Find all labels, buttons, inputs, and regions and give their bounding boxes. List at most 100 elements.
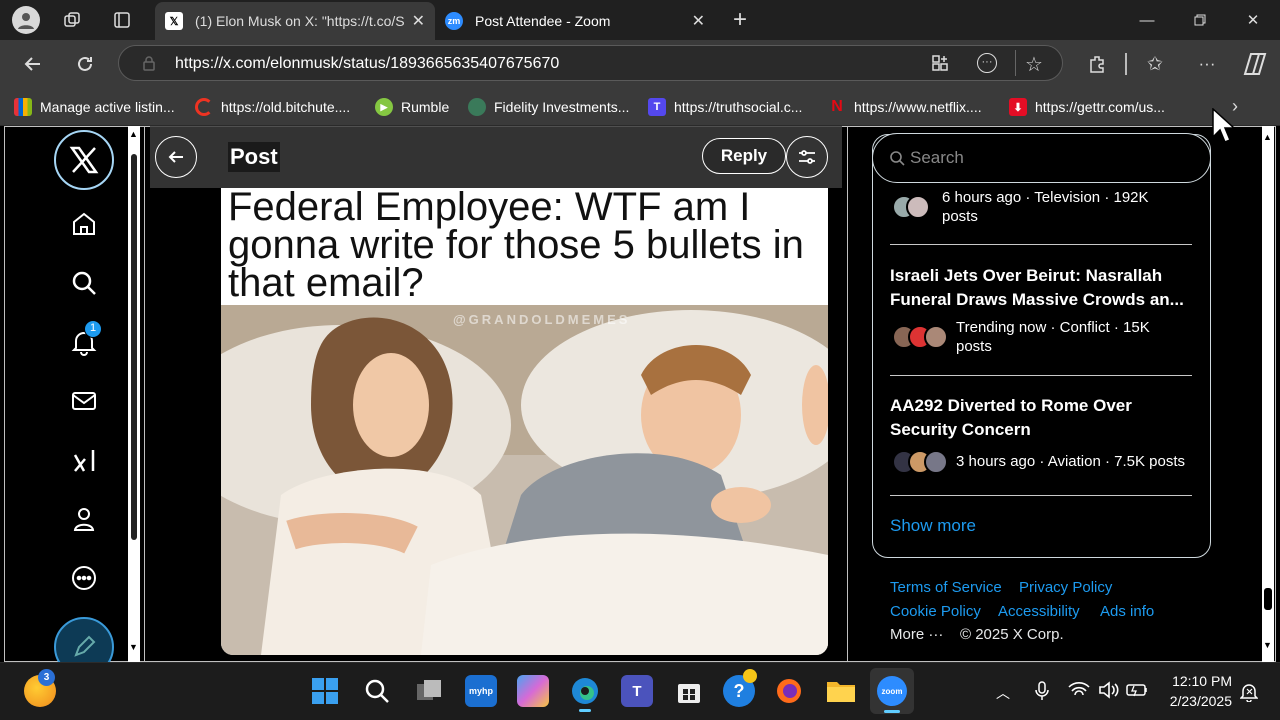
back-icon[interactable] [18, 49, 48, 79]
divider [1125, 53, 1127, 75]
firefox-icon[interactable] [773, 675, 805, 707]
more-icon[interactable] [60, 554, 108, 602]
show-hidden-icons-icon[interactable]: ︿ [996, 683, 1010, 703]
url-text[interactable]: https://x.com/elonmusk/status/1893665635… [175, 55, 559, 73]
filter-settings-icon[interactable] [786, 136, 828, 178]
address-bar[interactable]: https://x.com/elonmusk/status/1893665635… [118, 45, 1063, 81]
bookmark-label: https://truthsocial.c... [674, 99, 803, 115]
scroll-up-icon[interactable]: ▲ [129, 129, 138, 139]
messages-icon[interactable] [60, 377, 108, 425]
ebay-icon [14, 98, 32, 116]
clock-time[interactable]: 12:10 PM [1164, 673, 1232, 689]
cookie-link[interactable]: Cookie Policy [890, 603, 981, 620]
notifications-icon[interactable]: 1 [60, 318, 108, 366]
bookmark-label: Rumble [401, 99, 450, 115]
favorites-icon[interactable]: ✩ [1140, 49, 1170, 79]
avatar [906, 195, 930, 219]
lock-icon[interactable] [141, 55, 157, 71]
active-indicator [579, 709, 591, 712]
bookmark-gettr[interactable]: ⬇ https://gettr.com/us... [1009, 97, 1165, 117]
clock-date[interactable]: 2/23/2025 [1160, 693, 1232, 709]
trend-title[interactable]: AA292 Diverted to Rome Over Security Con… [890, 394, 1200, 442]
edge-browser-icon[interactable] [569, 675, 601, 712]
more-tools-icon[interactable]: ··· [977, 53, 997, 73]
microsoft-store-icon[interactable] [673, 675, 705, 707]
copilot-icon[interactable] [1240, 49, 1270, 79]
refresh-icon[interactable] [70, 49, 100, 79]
mouse-cursor-icon [1212, 108, 1234, 143]
meme-image[interactable]: Federal Employee: WTF am I gonna write f… [221, 188, 828, 655]
profile-icon[interactable] [60, 495, 108, 543]
scroll-up-icon[interactable]: ▲ [1263, 132, 1272, 142]
show-more-link[interactable]: Show more [890, 516, 976, 536]
myhp-icon[interactable]: myhp [465, 675, 497, 707]
weather-widget-icon[interactable]: 3 [24, 669, 56, 707]
minimize-icon[interactable]: — [1124, 6, 1170, 34]
home-icon[interactable] [60, 200, 108, 248]
bitchute-icon [195, 98, 213, 116]
battery-icon[interactable] [1126, 683, 1148, 702]
scroll-down-icon[interactable]: ▼ [129, 642, 138, 652]
rumble-icon: ▶ [375, 98, 393, 116]
get-help-icon[interactable]: ? [723, 669, 757, 707]
extensions-icon[interactable] [1082, 49, 1112, 79]
reply-button[interactable]: Reply [702, 138, 786, 174]
trend-meta[interactable]: 6 hours ago · Television · 192K posts [942, 188, 1162, 226]
scroll-down-icon[interactable]: ▼ [1263, 640, 1272, 650]
bookmark-label: Fidelity Investments... [494, 99, 630, 115]
search-icon[interactable] [60, 259, 108, 307]
grok-icon[interactable] [60, 436, 108, 484]
trend-title[interactable]: Israeli Jets Over Beirut: Nasrallah Fune… [890, 264, 1200, 312]
weather-badge: 3 [38, 669, 55, 686]
bookmark-fidelity[interactable]: Fidelity Investments... [468, 97, 629, 117]
bookmark-netflix[interactable]: N https://www.netflix.... [828, 97, 981, 117]
trend-meta[interactable]: 3 hours ago · Aviation · 7.5K posts [956, 452, 1196, 471]
terms-link[interactable]: Terms of Service [890, 579, 1002, 596]
zoom-app-icon[interactable]: zoom [870, 668, 914, 714]
copilot-app-icon[interactable] [517, 675, 549, 707]
tab-zoom[interactable]: zm Post Attendee - Zoom ✕ [435, 2, 715, 40]
bookmark-truthsocial[interactable]: T https://truthsocial.c... [648, 97, 802, 117]
app-available-icon[interactable] [931, 54, 949, 77]
bookmark-ebay[interactable]: Manage active listin... [14, 97, 175, 117]
trend-meta[interactable]: Trending now · Conflict · 15K posts [956, 318, 1176, 356]
close-window-icon[interactable]: ✕ [1230, 6, 1276, 34]
teams-icon[interactable]: T [621, 675, 653, 707]
tab-actions-icon[interactable] [110, 8, 134, 32]
back-arrow-icon[interactable] [155, 136, 197, 178]
bookmark-rumble[interactable]: ▶ Rumble [375, 97, 449, 117]
task-view-icon[interactable] [413, 675, 445, 707]
favorite-star-icon[interactable]: ☆ [1025, 52, 1043, 77]
tab-elon-musk[interactable]: 𝕏 (1) Elon Musk on X: "https://t.co/S ✕ [155, 2, 435, 40]
close-tab-icon[interactable]: ✕ [412, 11, 425, 31]
windows-taskbar: 3 myhp T ? zoom ︿ 12:10 PM 2/23/2025 [0, 662, 1280, 720]
volume-icon[interactable] [1098, 681, 1120, 704]
x-logo-icon[interactable] [54, 130, 114, 190]
file-explorer-icon[interactable] [825, 675, 857, 707]
wifi-icon[interactable] [1068, 681, 1090, 704]
taskbar-search-icon[interactable] [361, 675, 393, 707]
scroll-thumb[interactable] [131, 154, 137, 540]
restore-icon[interactable] [1177, 6, 1223, 34]
search-box[interactable]: Search [872, 133, 1211, 183]
close-tab-icon[interactable]: ✕ [692, 11, 705, 31]
notification-badge: 1 [84, 320, 102, 338]
bookmarks-bar: Manage active listin... https://old.bitc… [0, 88, 1280, 126]
sidebar-scrollbar[interactable]: ▲ ▼ [128, 126, 140, 662]
ads-info-link[interactable]: Ads info [1100, 603, 1154, 620]
more-link[interactable]: More ··· [890, 626, 943, 643]
microphone-icon[interactable] [1034, 681, 1050, 706]
workspaces-icon[interactable] [60, 8, 84, 32]
search-icon [889, 150, 905, 171]
settings-more-icon[interactable]: ··· [1192, 49, 1222, 79]
windows-start-icon[interactable] [309, 675, 341, 707]
page-scrollbar[interactable]: ▲ ▼ [1262, 126, 1274, 662]
address-toolbar: https://x.com/elonmusk/status/1893665635… [0, 40, 1280, 88]
scroll-thumb[interactable] [1264, 588, 1272, 610]
privacy-link[interactable]: Privacy Policy [1019, 579, 1112, 596]
bookmark-bitchute[interactable]: https://old.bitchute.... [195, 97, 350, 117]
notification-bell-icon[interactable] [1239, 682, 1259, 707]
profile-icon[interactable] [12, 6, 40, 34]
accessibility-link[interactable]: Accessibility [998, 603, 1080, 620]
new-tab-icon[interactable]: + [728, 6, 752, 33]
